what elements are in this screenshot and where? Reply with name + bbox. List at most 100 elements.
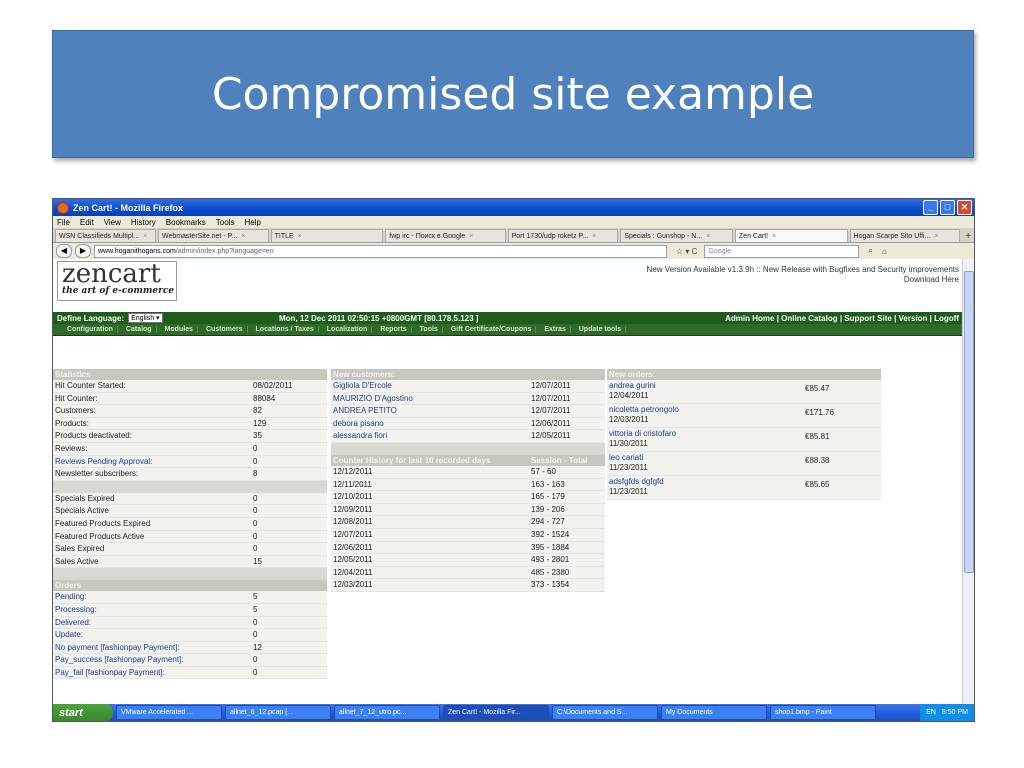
counter-history-panel: Counter History for last 10 recorded day… — [331, 454, 605, 592]
taskbar-item[interactable]: C:\Documents and S... — [552, 705, 658, 720]
forward-icon[interactable]: ▶ — [75, 244, 91, 258]
table-row: Products deactivated: 35 — [53, 430, 327, 443]
taskbar-item[interactable]: My Documents — [661, 705, 767, 720]
table-row: 12/05/2011 493 - 2801 — [331, 554, 605, 567]
order-date: 11/30/2011 — [609, 439, 648, 448]
browser-tab[interactable]: TITLE × — [270, 229, 384, 242]
new-customers-panel: New customers: Gigliola D'Ercole 12/07/20… — [331, 369, 605, 592]
row-value: 165 - 179 — [531, 492, 565, 502]
search-icon[interactable]: ⌕ — [868, 246, 872, 256]
order-date: 12/04/2011 — [609, 391, 649, 400]
row-value: 0 — [253, 531, 258, 541]
row-label[interactable]: ANDREA PETITO — [331, 406, 397, 415]
menu-edit[interactable]: Edit — [80, 218, 94, 227]
browser-tab[interactable]: fwp irc - Поиск в Google × — [385, 229, 506, 242]
row-label: Sales Expired — [55, 544, 105, 554]
taskbar-item[interactable]: allnet_6_12.pcap [... — [225, 705, 331, 720]
table-row: Featured Products Active 0 — [53, 530, 327, 544]
row-value: 12/06/2011 — [531, 418, 571, 428]
row-label[interactable]: Pay_success [fashionpay Payment]: — [53, 655, 184, 664]
row-value: 15 — [253, 556, 262, 566]
zencart-logo[interactable]: zencart the art of e-commerce — [57, 261, 177, 301]
order-date: 12/03/2011 — [609, 415, 649, 424]
system-tray: EN 8:50 PM — [920, 704, 974, 721]
taskbar-item[interactable]: VMware Accelerated ... — [116, 705, 222, 720]
taskbar-item[interactable]: allnet_7_12_utro.pc... — [334, 705, 440, 720]
close-button[interactable]: ✕ — [957, 200, 972, 215]
admin-links[interactable]: Admin Home | Online Catalog | Support Si… — [725, 314, 959, 323]
admin-header: zencart the art of e-commerce New Versio… — [53, 259, 963, 312]
row-label[interactable]: No payment [fashionpay Payment]: — [53, 643, 180, 652]
url-input[interactable]: www.hoganithogans.com/admin/index.php?la… — [94, 244, 667, 258]
admin-menu-item[interactable]: Localization — [327, 326, 373, 333]
row-value: 0 — [253, 655, 258, 665]
row-label[interactable]: Pay_fail [fashionpay Payment]: — [53, 668, 165, 677]
order-customer[interactable]: andrea gurini — [609, 381, 881, 391]
browser-tab[interactable]: Specials : Gunshop - N... × — [620, 229, 733, 242]
order-customer[interactable]: leo cariati — [609, 453, 881, 463]
admin-menu-item[interactable]: Catalog — [126, 326, 157, 333]
table-row: 12/11/2011 163 - 163 — [331, 478, 605, 492]
row-label[interactable]: alessandra fiori — [331, 431, 387, 440]
reload-icon[interactable]: ☆ ▾ C — [676, 247, 697, 256]
new-tab-icon[interactable]: + — [962, 231, 974, 242]
table-row: Sales Expired 0 — [53, 543, 327, 556]
admin-menu-item[interactable]: Extras — [544, 326, 571, 333]
browser-tab[interactable]: WebmasterSite.net - P... × — [157, 229, 269, 242]
menu-view[interactable]: View — [104, 218, 121, 227]
admin-menu-item[interactable]: Customers — [206, 326, 248, 333]
menu-bookmarks[interactable]: Bookmarks — [166, 218, 206, 227]
menu-file[interactable]: File — [57, 218, 70, 227]
order-date: 11/23/2011 — [609, 487, 648, 496]
admin-menu-item[interactable]: Configuration — [67, 326, 118, 333]
back-icon[interactable]: ◀ — [56, 244, 72, 258]
table-row: ANDREA PETITO 12/07/2011 — [331, 405, 605, 418]
language-select[interactable]: English ▾ — [128, 313, 163, 323]
order-customer[interactable]: adsfgfds dgfgfd — [609, 477, 881, 487]
menu-tools[interactable]: Tools — [216, 218, 235, 227]
taskbar-item-active[interactable]: Zen Cart! - Mozilla Fir... — [443, 705, 549, 720]
taskbar-item[interactable]: shop1.bmp - Paint — [770, 705, 876, 720]
minimize-button[interactable]: _ — [923, 200, 938, 215]
table-row: Customers: 82 — [53, 405, 327, 418]
download-link[interactable]: Download Here — [647, 275, 959, 285]
menu-help[interactable]: Help — [244, 218, 260, 227]
table-row: 12/03/2011 373 - 1354 — [331, 579, 605, 592]
admin-menu-item[interactable]: Locations / Taxes — [256, 326, 319, 333]
home-icon[interactable]: ⌂ — [882, 247, 887, 256]
row-label[interactable]: Gigliola D'Ercole — [331, 381, 392, 390]
browser-tab[interactable]: Port 1730/udp roketz P... × — [507, 229, 619, 242]
row-label: 12/06/2011 — [333, 542, 373, 552]
row-label[interactable]: Delivered: — [53, 618, 91, 627]
admin-menu-item[interactable]: Tools — [420, 326, 443, 333]
order-customer[interactable]: nicoletta petrongolo — [609, 405, 881, 415]
order-customer[interactable]: vittoria di cristofaro — [609, 429, 881, 439]
row-label[interactable]: Pending: — [53, 592, 87, 601]
new-version-notice: New Version Available v1.3.9h :: New Rel… — [647, 265, 959, 285]
admin-menu-item[interactable]: Update tools — [579, 326, 627, 333]
language-indicator[interactable]: EN — [926, 709, 936, 716]
row-label: 12/09/2011 — [333, 504, 373, 514]
row-label[interactable]: Processing: — [53, 605, 97, 614]
window-titlebar: Zen Cart! - Mozilla Firefox _ □ ✕ — [53, 199, 974, 216]
vertical-scrollbar[interactable] — [962, 259, 974, 704]
start-button[interactable]: start — [53, 704, 113, 721]
row-label[interactable]: Update: — [53, 630, 83, 639]
search-input[interactable]: Google — [704, 244, 860, 258]
admin-menu-item[interactable]: Modules — [165, 326, 198, 333]
admin-menu-item[interactable]: Reports — [380, 326, 412, 333]
browser-tab[interactable]: Hogan Scarpe Sito Uffi... × — [849, 229, 961, 242]
row-label: 12/12/2011 — [333, 466, 373, 476]
admin-menu-item[interactable]: Gift Certificate/Coupons — [451, 326, 537, 333]
menu-history[interactable]: History — [131, 218, 156, 227]
table-row: Update: 0 — [53, 629, 327, 642]
maximize-button[interactable]: □ — [940, 200, 955, 215]
browser-tab-active[interactable]: Zen Cart! × — [734, 229, 848, 242]
browser-tab[interactable]: WSN Classifieds Multipl... × — [55, 229, 156, 242]
row-value: 0 — [253, 544, 258, 554]
row-label[interactable]: debora pisano — [331, 419, 384, 428]
row-value: 5 — [253, 604, 258, 614]
order-row: andrea gurini 12/04/2011 €85.47 — [607, 380, 881, 404]
row-value: 163 - 163 — [531, 479, 565, 489]
row-label[interactable]: MAURIZIO D'Agostino — [331, 394, 413, 403]
